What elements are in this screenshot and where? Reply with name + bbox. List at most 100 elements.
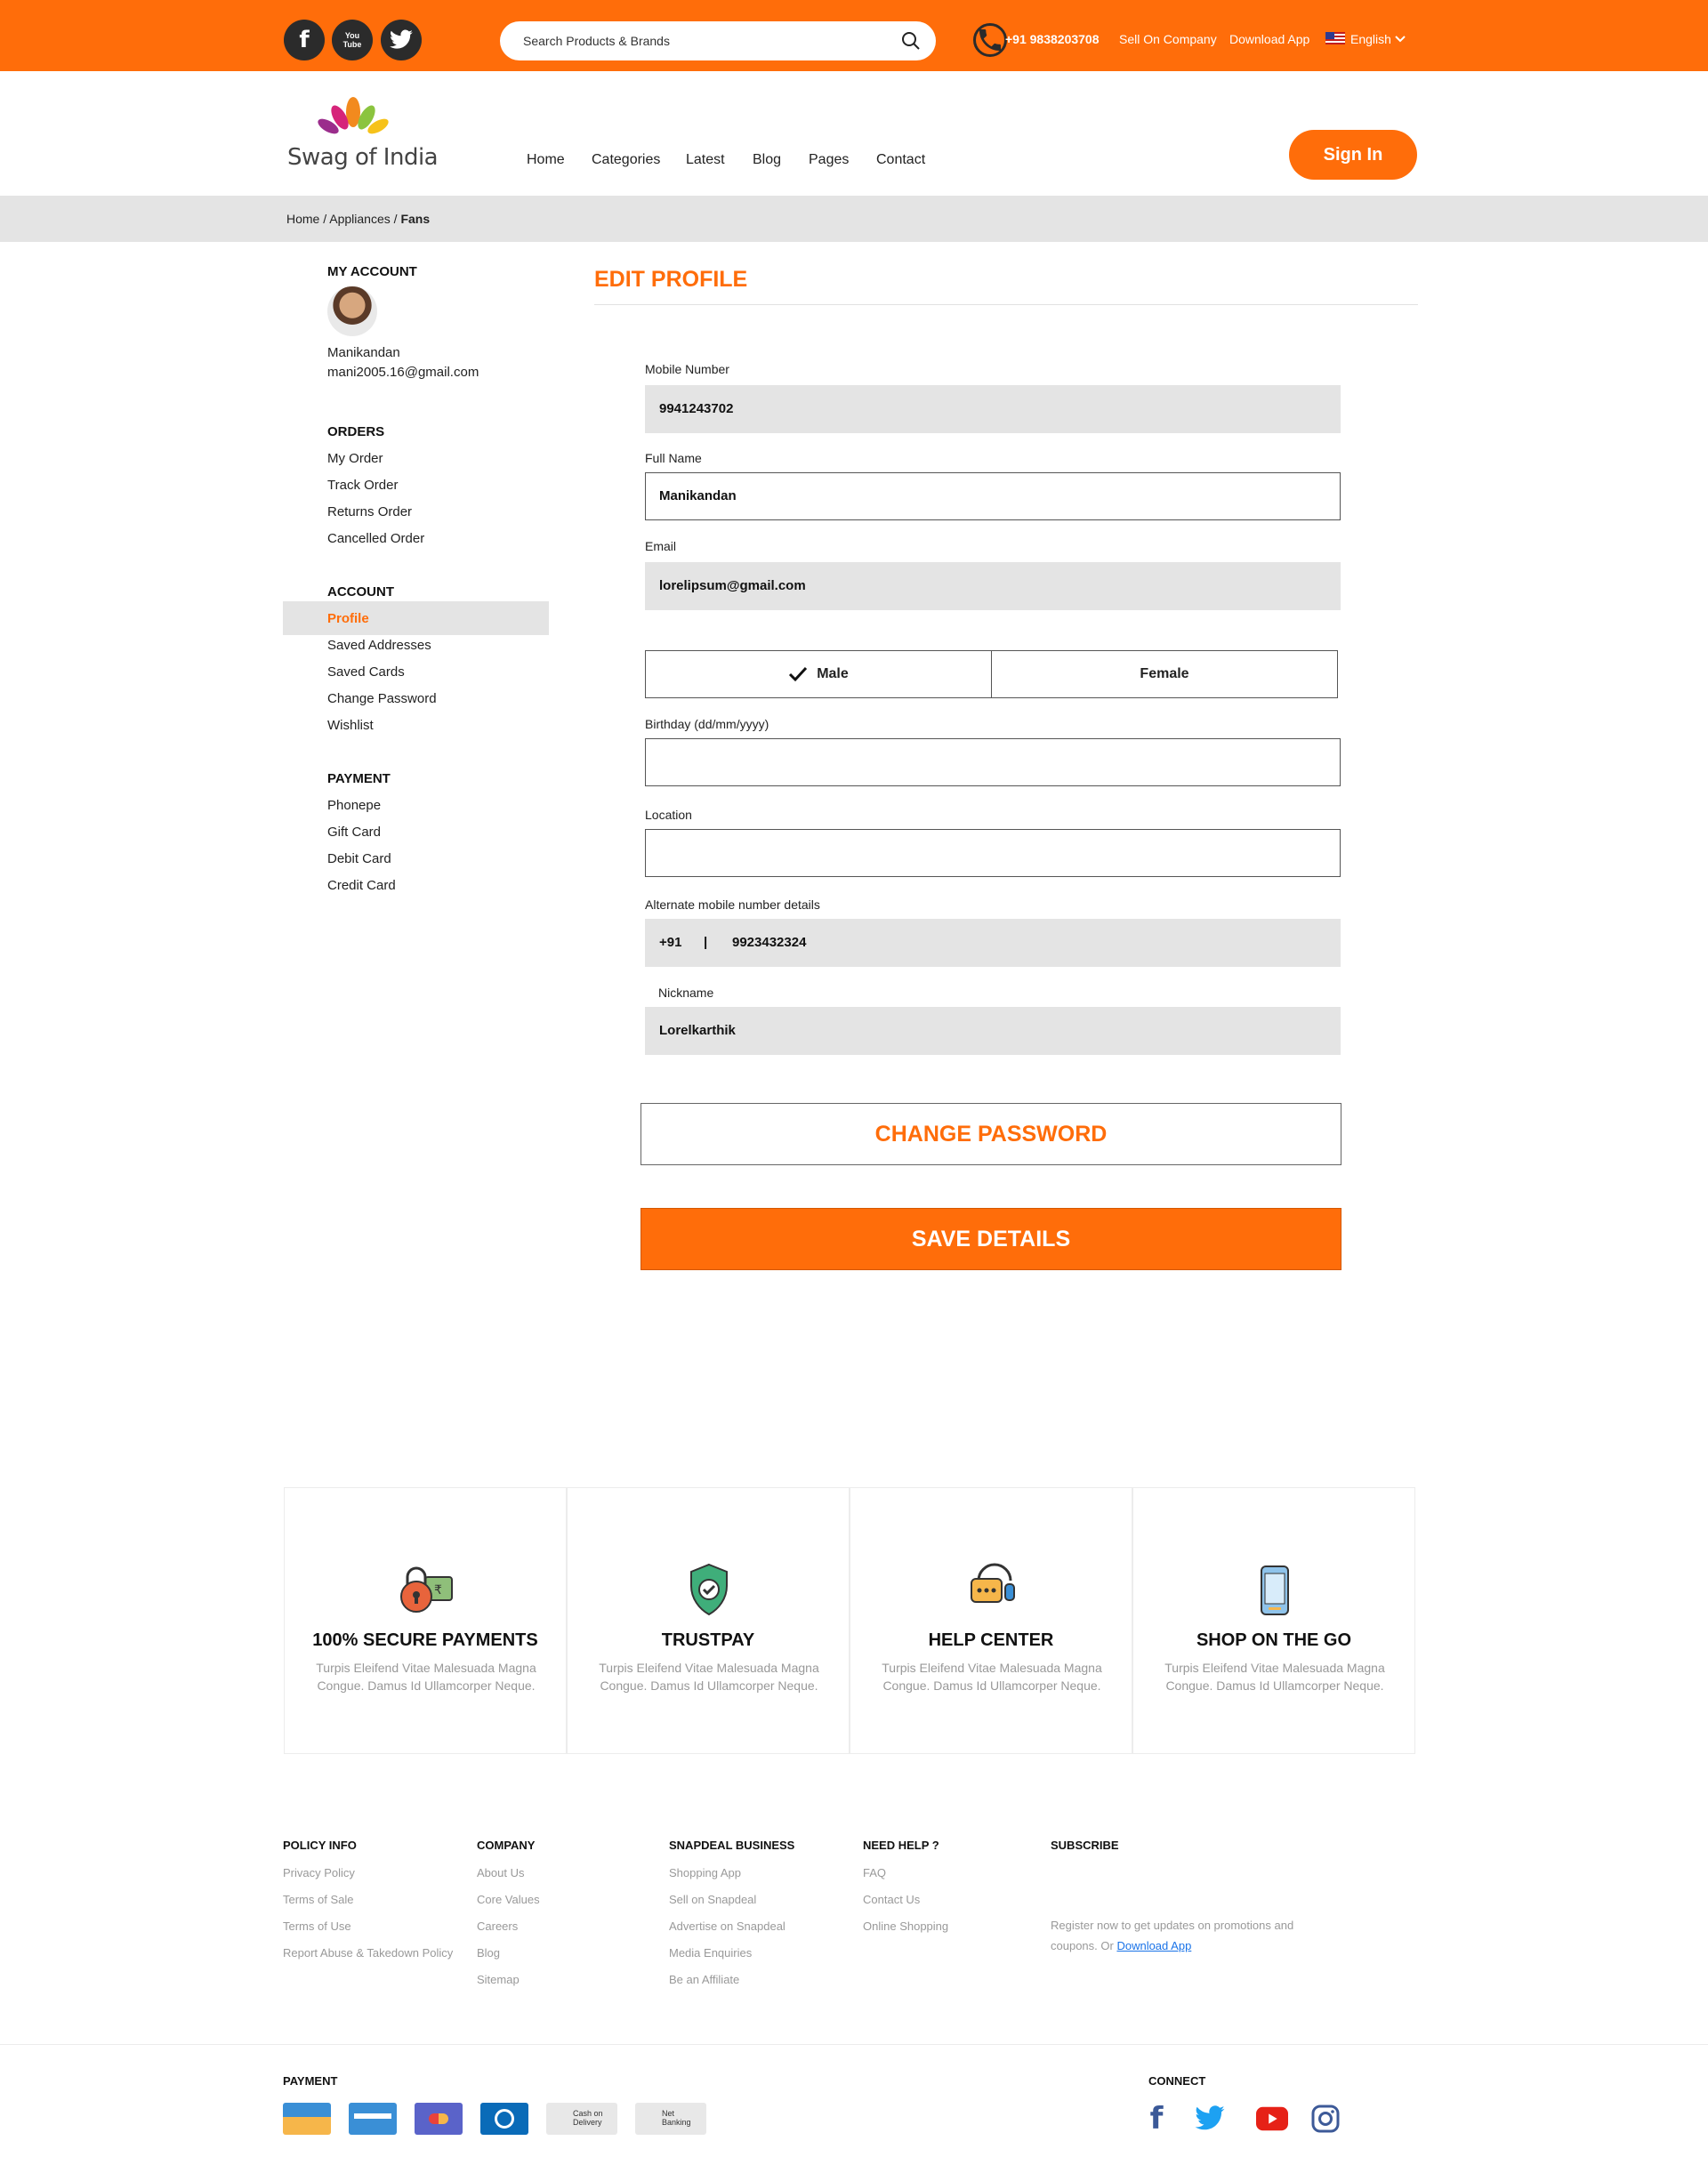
orders-heading: ORDERS	[327, 424, 385, 439]
birthday-field[interactable]	[645, 738, 1341, 786]
sidebar-item-phonepe[interactable]: Phonepe	[327, 798, 381, 813]
divider	[594, 304, 1418, 305]
net-banking-icon: Net Banking	[635, 2103, 706, 2135]
mobile-phone-icon	[1261, 1565, 1289, 1615]
gender-male-label: Male	[817, 666, 849, 681]
footer-link[interactable]: Shopping App	[669, 1866, 741, 1879]
footer-link[interactable]: Blog	[477, 1946, 500, 1960]
location-field[interactable]	[645, 829, 1341, 877]
logo-text[interactable]: Swag of India	[287, 144, 439, 171]
alt-mobile-value: 9923432324	[732, 935, 807, 950]
nickname-field[interactable]: Lorelkarthik	[645, 1007, 1341, 1055]
footer-link[interactable]: Contact Us	[863, 1893, 920, 1906]
sidebar-item-my-order[interactable]: My Order	[327, 451, 383, 466]
sidebar-item-saved-addresses[interactable]: Saved Addresses	[327, 638, 431, 653]
nav-categories[interactable]: Categories	[592, 152, 660, 168]
footer-link[interactable]: About Us	[477, 1866, 524, 1879]
payment-heading: PAYMENT	[283, 2074, 338, 2088]
footer-link[interactable]: Terms of Sale	[283, 1893, 353, 1906]
youtube-icon[interactable]: You Tube	[332, 20, 373, 60]
footer-link[interactable]: Advertise on Snapdeal	[669, 1920, 786, 1933]
search-input[interactable]: Search Products & Brands	[523, 34, 670, 48]
gender-female-option[interactable]: Female	[991, 650, 1338, 698]
sidebar-item-profile[interactable]: Profile	[327, 611, 369, 626]
feature-title: HELP CENTER	[928, 1630, 1054, 1650]
feature-desc: Turpis Eleifend Vitae Malesuada Magna Co…	[599, 1661, 819, 1693]
footer-link[interactable]: Online Shopping	[863, 1920, 948, 1933]
sidebar-item-debit-card[interactable]: Debit Card	[327, 851, 391, 866]
footer-link[interactable]: Careers	[477, 1920, 518, 1933]
footer-link[interactable]: Sell on Snapdeal	[669, 1893, 756, 1906]
sidebar-item-cancelled-order[interactable]: Cancelled Order	[327, 531, 424, 546]
my-account-heading: MY ACCOUNT	[327, 264, 417, 279]
feature-title: TRUSTPAY	[661, 1630, 755, 1650]
lotus-logo-icon[interactable]	[313, 96, 393, 137]
nav-contact[interactable]: Contact	[876, 152, 925, 168]
breadcrumb-home[interactable]: Home	[286, 212, 319, 226]
user-name: Manikandan	[327, 345, 400, 360]
sidebar-item-wishlist[interactable]: Wishlist	[327, 718, 374, 733]
nickname-value: Lorelkarthik	[659, 1023, 736, 1038]
save-details-button[interactable]: SAVE DETAILS	[640, 1208, 1341, 1270]
avatar[interactable]	[327, 286, 377, 336]
sidebar-item-credit-card[interactable]: Credit Card	[327, 878, 396, 893]
sidebar-item-track-order[interactable]: Track Order	[327, 478, 398, 493]
us-flag-icon	[1325, 32, 1345, 44]
sidebar-item-saved-cards[interactable]: Saved Cards	[327, 664, 405, 680]
download-app-link[interactable]: Download App	[1229, 32, 1309, 46]
gender-female-label: Female	[1140, 666, 1189, 681]
footer-link[interactable]: Privacy Policy	[283, 1866, 355, 1879]
sidebar-item-change-password[interactable]: Change Password	[327, 691, 437, 706]
footer-link[interactable]: Report Abuse & Takedown Policy	[283, 1946, 453, 1960]
alt-mobile-label: Alternate mobile number details	[645, 897, 820, 912]
footer-link[interactable]: Core Values	[477, 1893, 540, 1906]
facebook-icon[interactable]: f	[284, 20, 325, 60]
header: Swag of India Home Categories Latest Blo…	[0, 71, 1708, 196]
footer-link[interactable]: FAQ	[863, 1866, 886, 1879]
nav-pages[interactable]: Pages	[809, 152, 849, 168]
change-password-button[interactable]: CHANGE PASSWORD	[640, 1103, 1341, 1165]
twitter-icon[interactable]	[381, 20, 422, 60]
breadcrumb-current: Fans	[400, 212, 431, 226]
email-field[interactable]: lorelipsum@gmail.com	[645, 562, 1341, 610]
language-selector[interactable]: English	[1350, 32, 1391, 46]
footer-link[interactable]: Sitemap	[477, 1973, 520, 1986]
facebook-icon[interactable]: f	[1140, 2101, 1172, 2137]
phone-number[interactable]: +91 9838203708	[1005, 32, 1100, 46]
country-code[interactable]: +91	[659, 935, 681, 950]
sidebar-item-returns-order[interactable]: Returns Order	[327, 504, 412, 519]
search-icon[interactable]	[900, 30, 922, 52]
help-chat-icon	[971, 1563, 1015, 1603]
gender-male-option[interactable]: Male	[645, 650, 992, 698]
feature-title: 100% SECURE PAYMENTS	[312, 1630, 538, 1650]
nav-blog[interactable]: Blog	[753, 152, 781, 168]
nav-home[interactable]: Home	[527, 152, 565, 168]
alt-mobile-field[interactable]: +91 | 9923432324	[645, 919, 1341, 967]
sidebar-item-gift-card[interactable]: Gift Card	[327, 825, 381, 840]
footer-link[interactable]: Media Enquiries	[669, 1946, 752, 1960]
full-name-field[interactable]: Manikandan	[645, 472, 1341, 520]
youtube-icon[interactable]	[1256, 2103, 1288, 2135]
feature-card: HELP CENTER Turpis Eleifend Vitae Malesu…	[850, 1487, 1132, 1754]
download-app-link[interactable]: Download App	[1116, 1939, 1191, 1952]
business-heading: SNAPDEAL BUSINESS	[669, 1839, 795, 1852]
twitter-icon[interactable]	[1194, 2103, 1226, 2135]
email-label: Email	[645, 539, 677, 553]
sign-in-button[interactable]: Sign In	[1289, 130, 1417, 180]
breadcrumb-separator: /	[319, 212, 330, 226]
feature-title: SHOP ON THE GO	[1196, 1630, 1352, 1650]
instagram-icon[interactable]	[1309, 2103, 1341, 2135]
mobile-field[interactable]: 9941243702	[645, 385, 1341, 433]
full-name-value: Manikandan	[659, 488, 737, 503]
chevron-down-icon[interactable]	[1395, 36, 1406, 43]
nav-latest[interactable]: Latest	[686, 152, 725, 168]
breadcrumb: Home / Appliances / Fans	[286, 212, 430, 226]
sell-link[interactable]: Sell On Company	[1119, 32, 1217, 46]
company-heading: COMPANY	[477, 1839, 536, 1852]
footer-link[interactable]: Be an Affiliate	[669, 1973, 739, 1986]
subscribe-heading: SUBSCRIBE	[1051, 1839, 1119, 1852]
search-box[interactable]: Search Products & Brands	[500, 21, 936, 60]
mobile-label: Mobile Number	[645, 362, 729, 376]
footer-link[interactable]: Terms of Use	[283, 1920, 351, 1933]
breadcrumb-appliances[interactable]: Appliances	[329, 212, 391, 226]
